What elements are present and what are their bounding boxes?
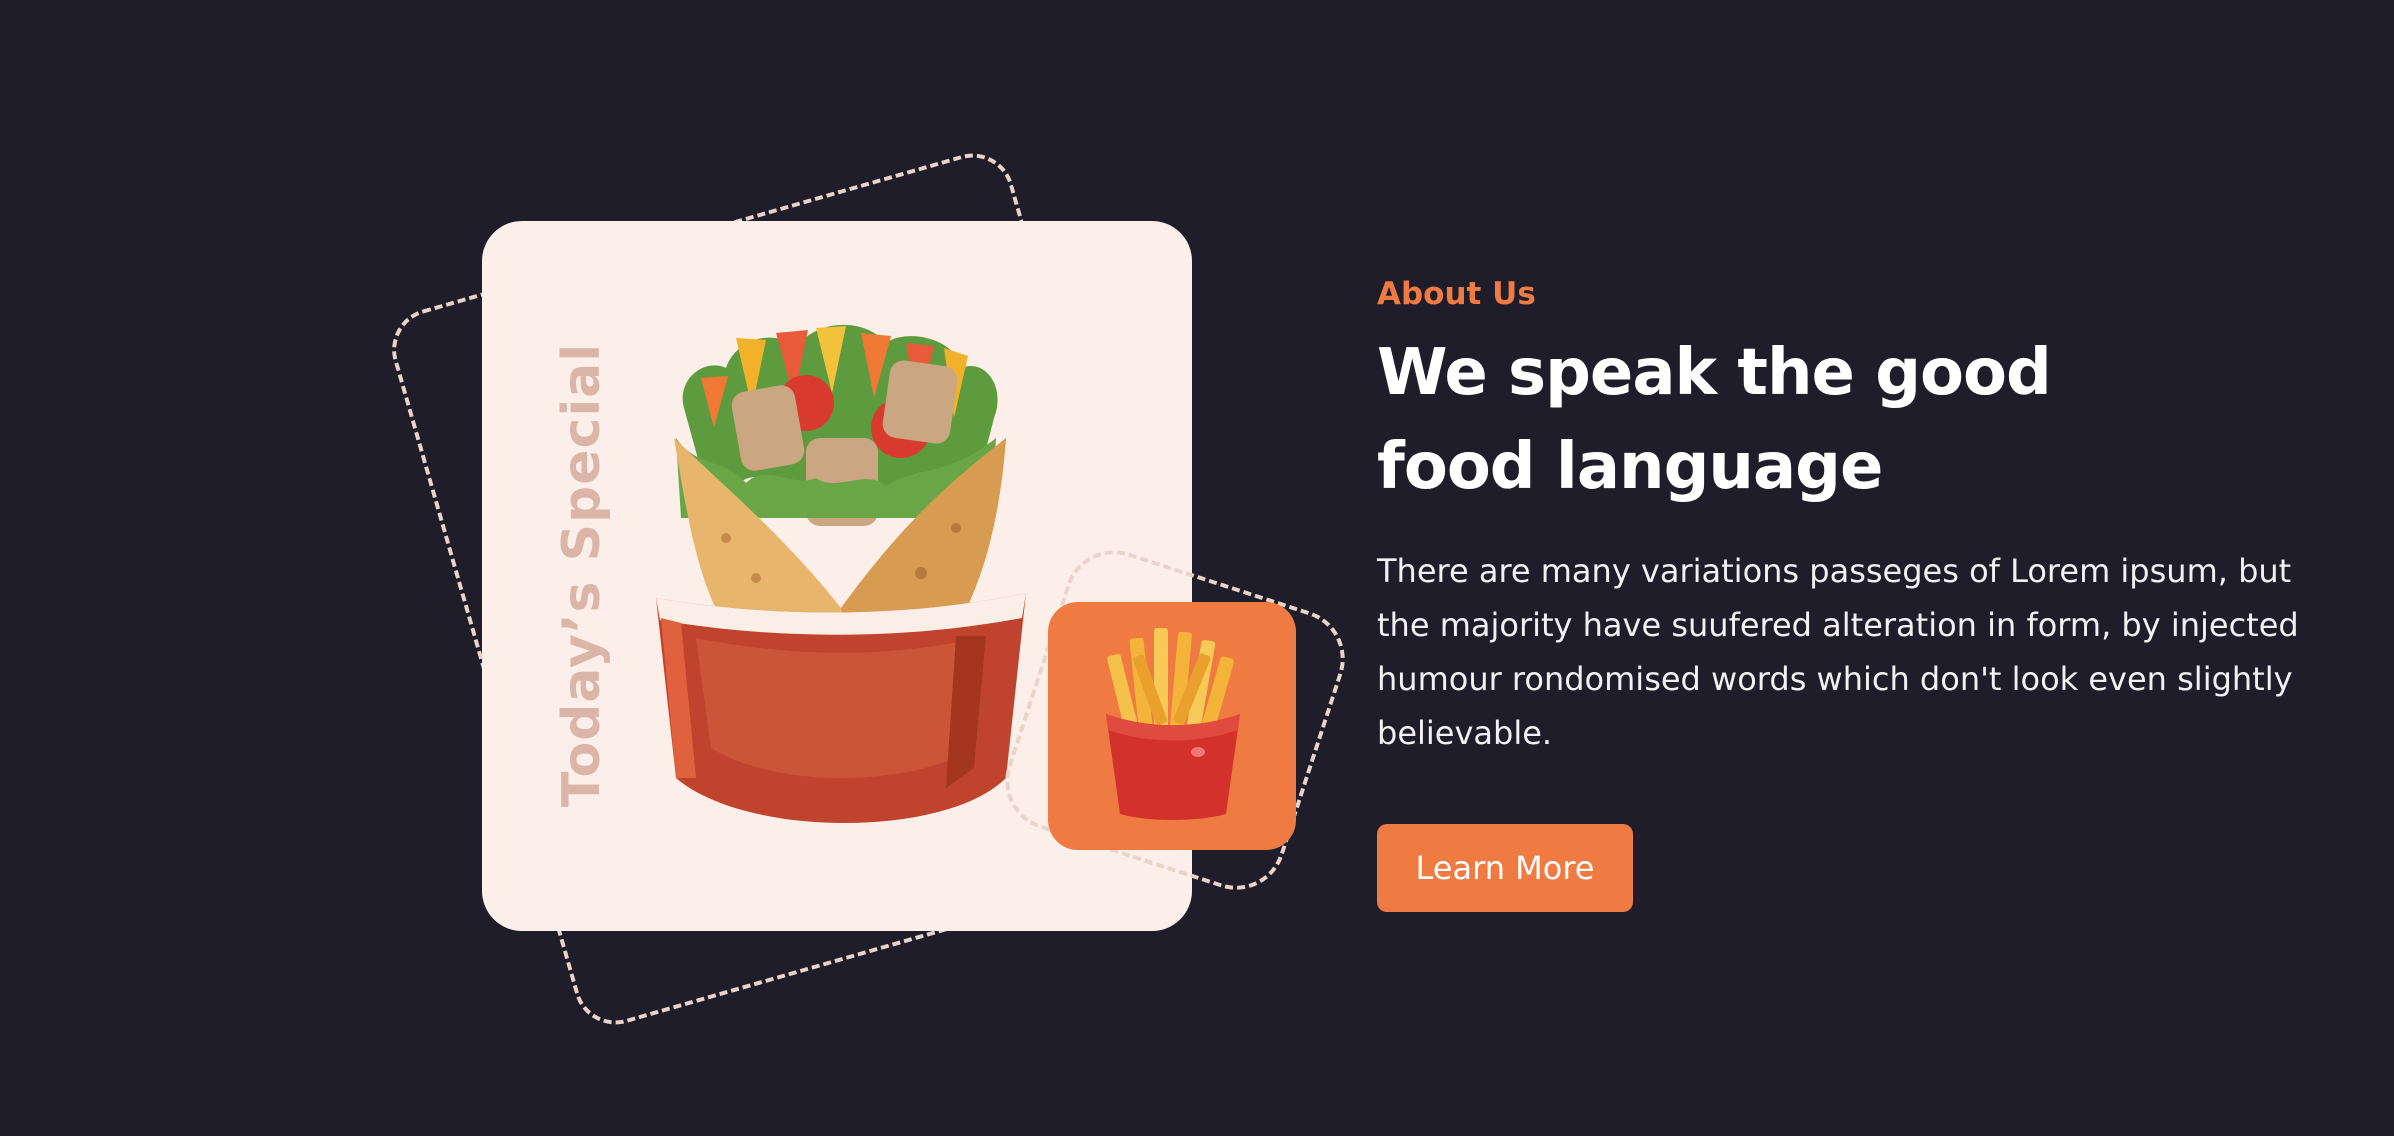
- section-eyebrow: About Us: [1377, 276, 1536, 312]
- about-section: Today’s Special About Us We speak the go…: [0, 0, 2394, 1136]
- heading-line-1: We speak the good: [1377, 336, 2052, 410]
- heading-line-2: food language: [1377, 430, 1883, 504]
- wrap-burrito-icon: [656, 324, 1026, 823]
- about-visual: Today’s Special: [0, 0, 1358, 1136]
- fries-badge: [1048, 602, 1296, 850]
- about-content: About Us We speak the good food language…: [1377, 272, 2307, 912]
- section-heading: We speak the good food language: [1377, 326, 2307, 514]
- todays-special-label: Today’s Special: [552, 342, 612, 808]
- french-fries-icon: [1106, 628, 1240, 820]
- section-description: There are many variations passeges of Lo…: [1377, 552, 2299, 752]
- learn-more-button[interactable]: Learn More: [1377, 824, 1633, 912]
